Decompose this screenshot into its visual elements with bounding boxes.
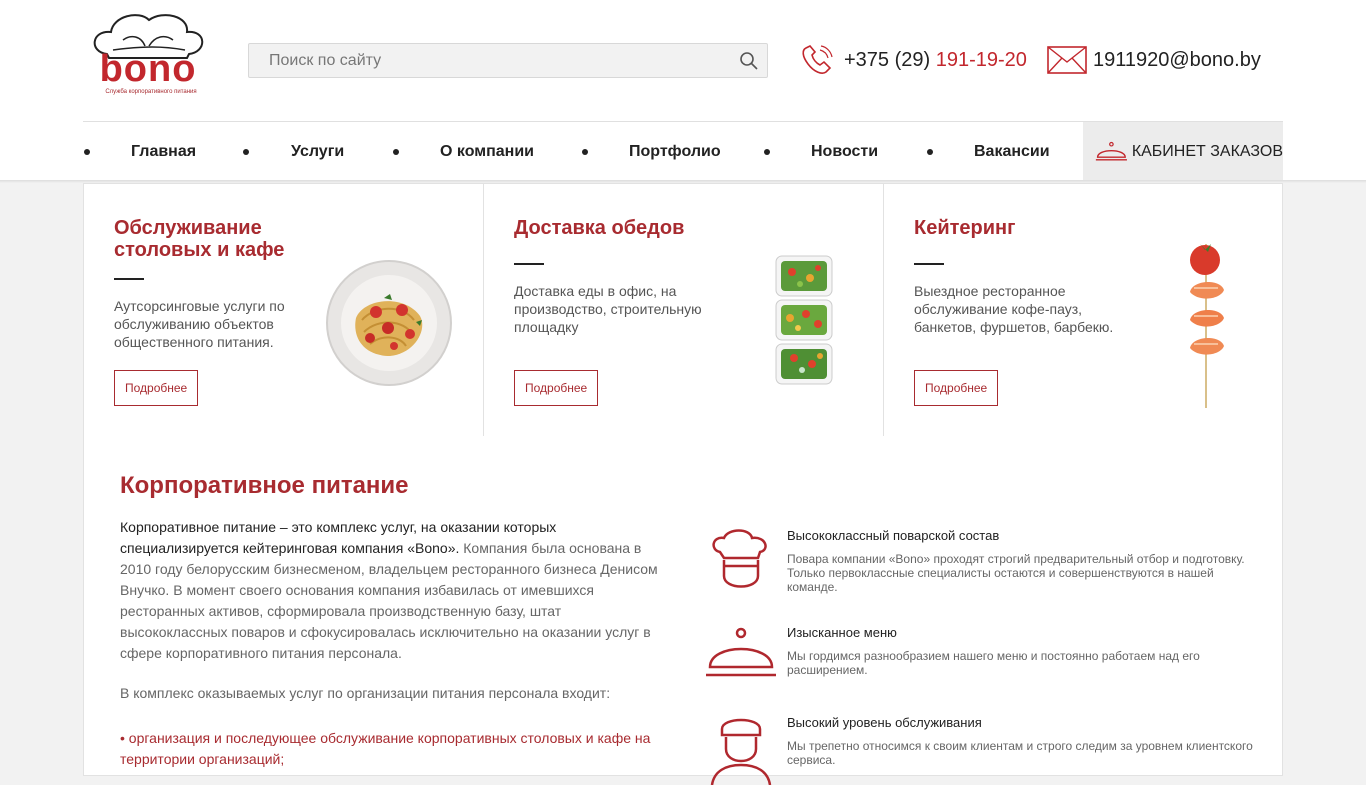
- logo-tagline: Служба корпоративного питания: [105, 89, 197, 95]
- section-title: Корпоративное питание: [120, 472, 409, 499]
- services-intro-paragraph: В комплекс оказываемых услуг по организа…: [120, 685, 611, 701]
- shrimp-skewer-image: [1190, 244, 1224, 408]
- card-text: Выездное ресторанное обслуживание кофе-п…: [914, 283, 1114, 335]
- nav-bullet: [84, 149, 90, 155]
- phone-number[interactable]: +375 (29) 191-19-20: [844, 49, 1027, 72]
- search-box: [248, 43, 768, 78]
- pasta-plate-image: [326, 260, 452, 386]
- email-address: 1911920@bono.by: [1093, 48, 1261, 71]
- phone-digits: 191-19-20: [935, 48, 1027, 71]
- email-contact[interactable]: 1911920@bono.by: [1047, 44, 1261, 76]
- feature-text: Мы трепетно относимся к своим клиентам и…: [787, 739, 1253, 767]
- card-text: Аутсорсинговые услуги по обслуживанию об…: [114, 298, 285, 350]
- nav-item-services[interactable]: Услуги: [291, 122, 344, 181]
- card-more-button[interactable]: Подробнее: [914, 370, 999, 406]
- intro-body: Компания была основана в 2010 году белор…: [120, 540, 658, 661]
- main-nav: Главная Услуги О компании Портфолио Ново…: [83, 121, 1283, 181]
- logo-wordmark: bono: [99, 48, 197, 90]
- card-more-button[interactable]: Подробнее: [114, 370, 199, 406]
- nav-item-portfolio[interactable]: Портфолио: [629, 122, 721, 181]
- card-more-button[interactable]: Подробнее: [514, 370, 599, 406]
- nav-bullet: [764, 149, 770, 155]
- cloche-icon: [1095, 141, 1127, 160]
- services-list-item[interactable]: • организация и последующее обслуживание…: [120, 728, 670, 770]
- card-divider: [514, 263, 544, 265]
- salad-boxes-image: [775, 255, 833, 385]
- nav-item-about[interactable]: О компании: [440, 122, 534, 181]
- phone-prefix: +375 (29): [844, 48, 931, 71]
- feature-title: Высокий уровень обслуживания: [787, 715, 982, 730]
- feature-text: Мы гордимся разнообразием нашего меню и …: [787, 649, 1200, 677]
- envelope-icon: [1047, 46, 1087, 74]
- nav-bullet: [393, 149, 399, 155]
- nav-item-vacancies[interactable]: Вакансии: [974, 122, 1050, 181]
- nav-item-home[interactable]: Главная: [131, 122, 196, 181]
- nav-bullet: [582, 149, 588, 155]
- phone-contact[interactable]: +375 (29) 191-19-20: [800, 44, 1027, 76]
- orders-cabinet-button[interactable]: КАБИНЕТ ЗАКАЗОВ: [1083, 122, 1283, 181]
- search-input[interactable]: [249, 44, 767, 77]
- site-header: bono Служба корпоративного питания +375 …: [0, 0, 1366, 182]
- card-divider: [114, 278, 144, 280]
- card-title: Доставка обедов: [514, 217, 685, 239]
- cloche-icon: [706, 627, 776, 677]
- card-title: Обслуживание столовых и кафе: [114, 217, 285, 261]
- nav-bullet: [243, 149, 249, 155]
- card-text: Доставка еды в офис, на производство, ст…: [514, 283, 702, 335]
- card-divider: [914, 263, 944, 265]
- search-icon[interactable]: [739, 51, 759, 71]
- service-card-delivery: Доставка обедов Доставка еды в офис, на …: [483, 183, 884, 437]
- feature-text: Повара компании «Bono» проходят строгий …: [787, 552, 1245, 594]
- service-card-canteens: Обслуживание столовых и кафе Аутсорсинго…: [83, 183, 484, 437]
- orders-cabinet-label: КАБИНЕТ ЗАКАЗОВ: [1131, 142, 1283, 160]
- intro-paragraph: Корпоративное питание – это комплекс усл…: [120, 517, 670, 664]
- nav-bullet: [927, 149, 933, 155]
- feature-title: Изысканное меню: [787, 625, 897, 640]
- logo[interactable]: bono Служба корпоративного питания: [83, 10, 213, 110]
- phone-icon: [802, 45, 833, 74]
- nav-item-news[interactable]: Новости: [811, 122, 878, 181]
- service-card-catering: Кейтеринг Выездное ресторанное обслужива…: [883, 183, 1283, 437]
- corporate-food-section: Корпоративное питание Корпоративное пита…: [83, 436, 1283, 785]
- card-title: Кейтеринг: [914, 217, 1016, 239]
- waiter-icon: [710, 718, 772, 785]
- chef-icon: [712, 529, 767, 588]
- feature-title: Высококлассный поварской состав: [787, 528, 1000, 543]
